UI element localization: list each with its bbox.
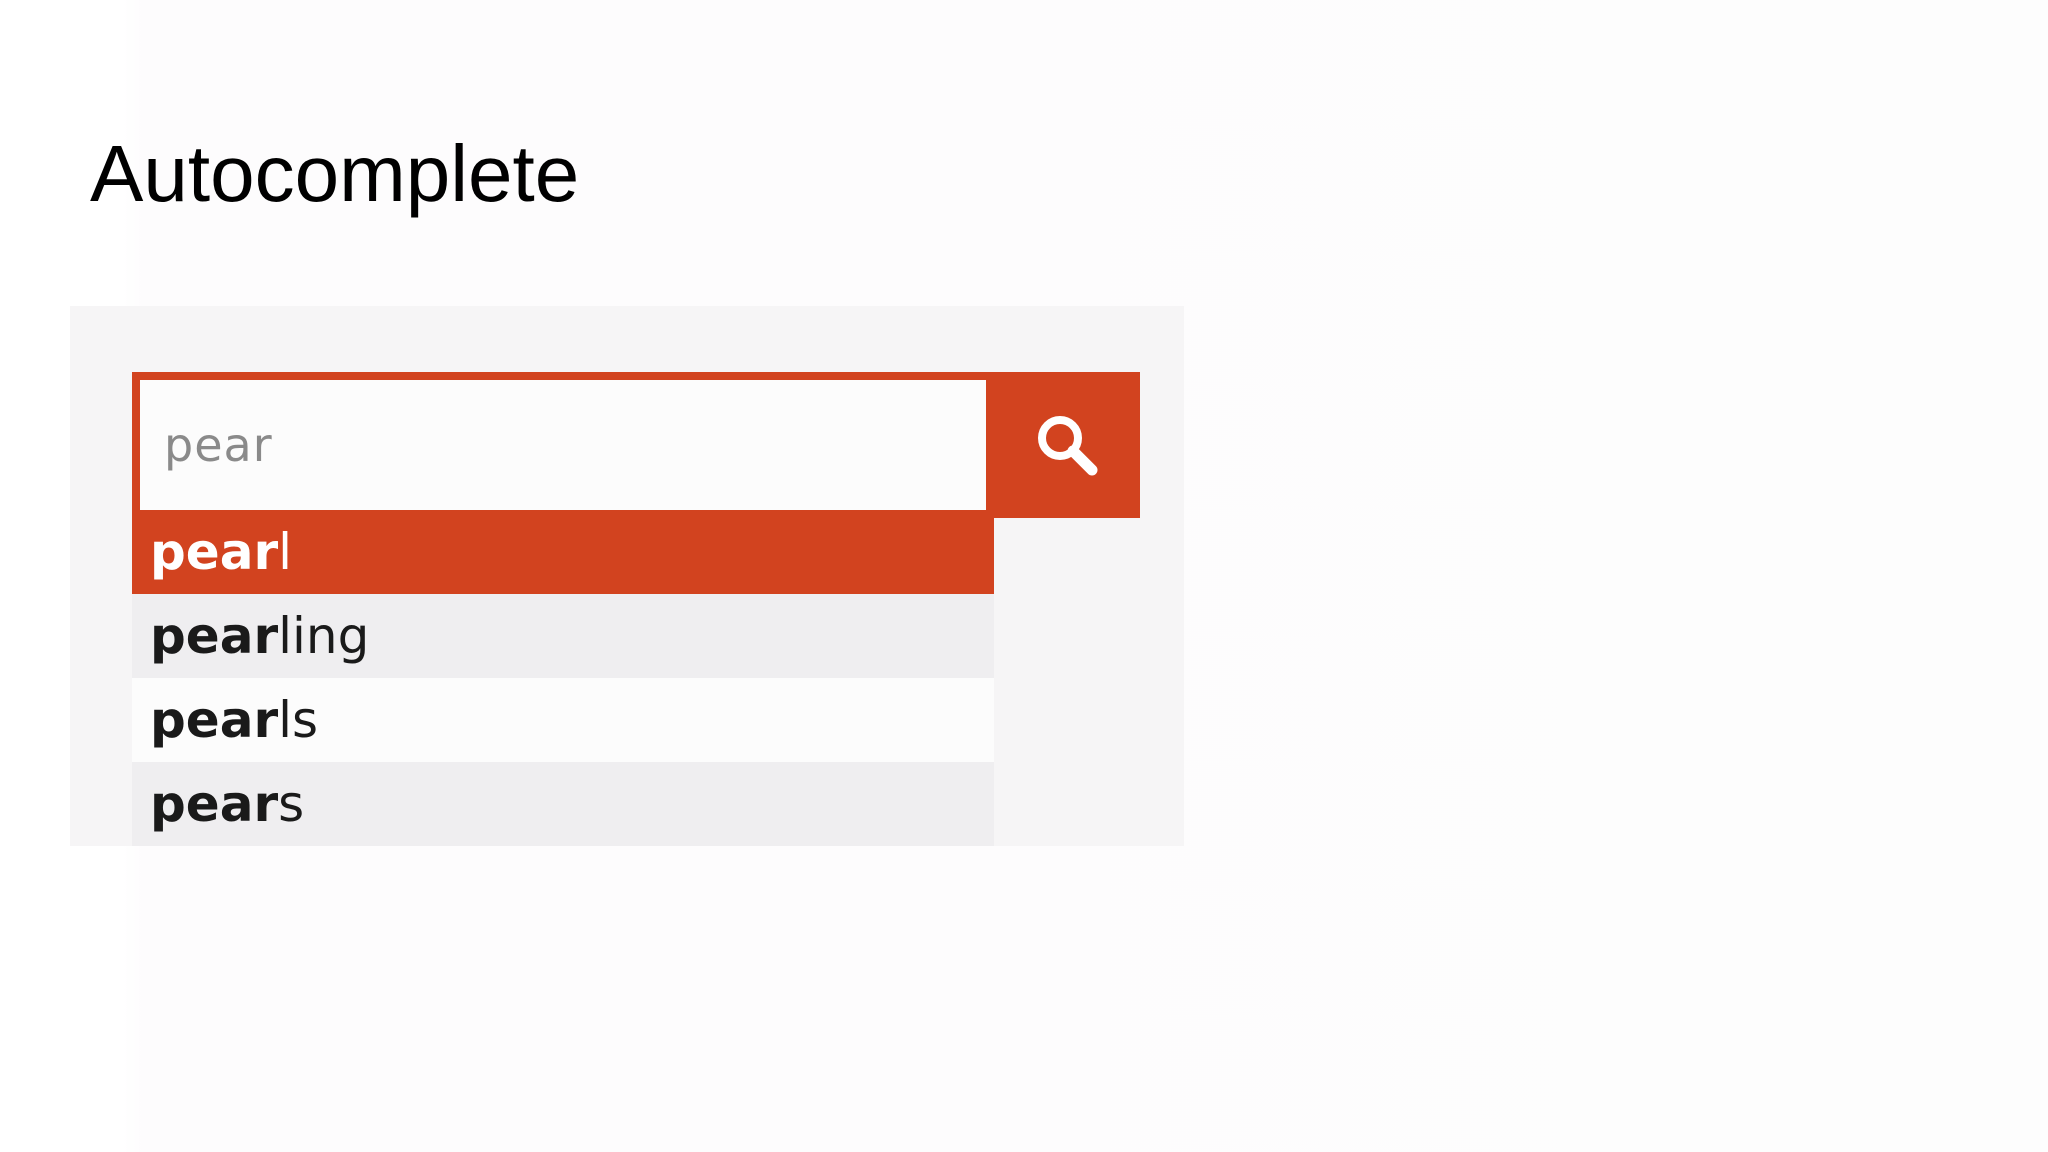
- suggestion-item[interactable]: pear ls: [132, 678, 994, 762]
- slide-title: Autocomplete: [90, 129, 580, 218]
- suggestion-match: pear: [150, 775, 279, 833]
- search-icon: [1038, 416, 1098, 476]
- suggestion-item[interactable]: pear s: [132, 762, 994, 846]
- autocomplete-demo-panel: pearl pearling pearls pears: [70, 306, 1184, 846]
- suggestion-match: pear: [150, 691, 279, 749]
- suggestion-match: pear: [150, 523, 279, 581]
- suggestion-rest: ling: [278, 607, 370, 665]
- suggestion-item[interactable]: pear ling: [132, 594, 994, 678]
- suggestion-match: pear: [150, 607, 279, 665]
- search-button[interactable]: [994, 372, 1140, 518]
- suggestion-rest: s: [278, 775, 305, 833]
- suggestion-item[interactable]: pear l: [132, 510, 994, 594]
- search-bar: [132, 372, 1140, 518]
- suggestion-list: pear l pear ling pear ls pear s: [132, 510, 994, 846]
- suggestion-rest: l: [278, 523, 293, 581]
- suggestion-rest: ls: [278, 691, 319, 749]
- search-input[interactable]: [140, 380, 986, 510]
